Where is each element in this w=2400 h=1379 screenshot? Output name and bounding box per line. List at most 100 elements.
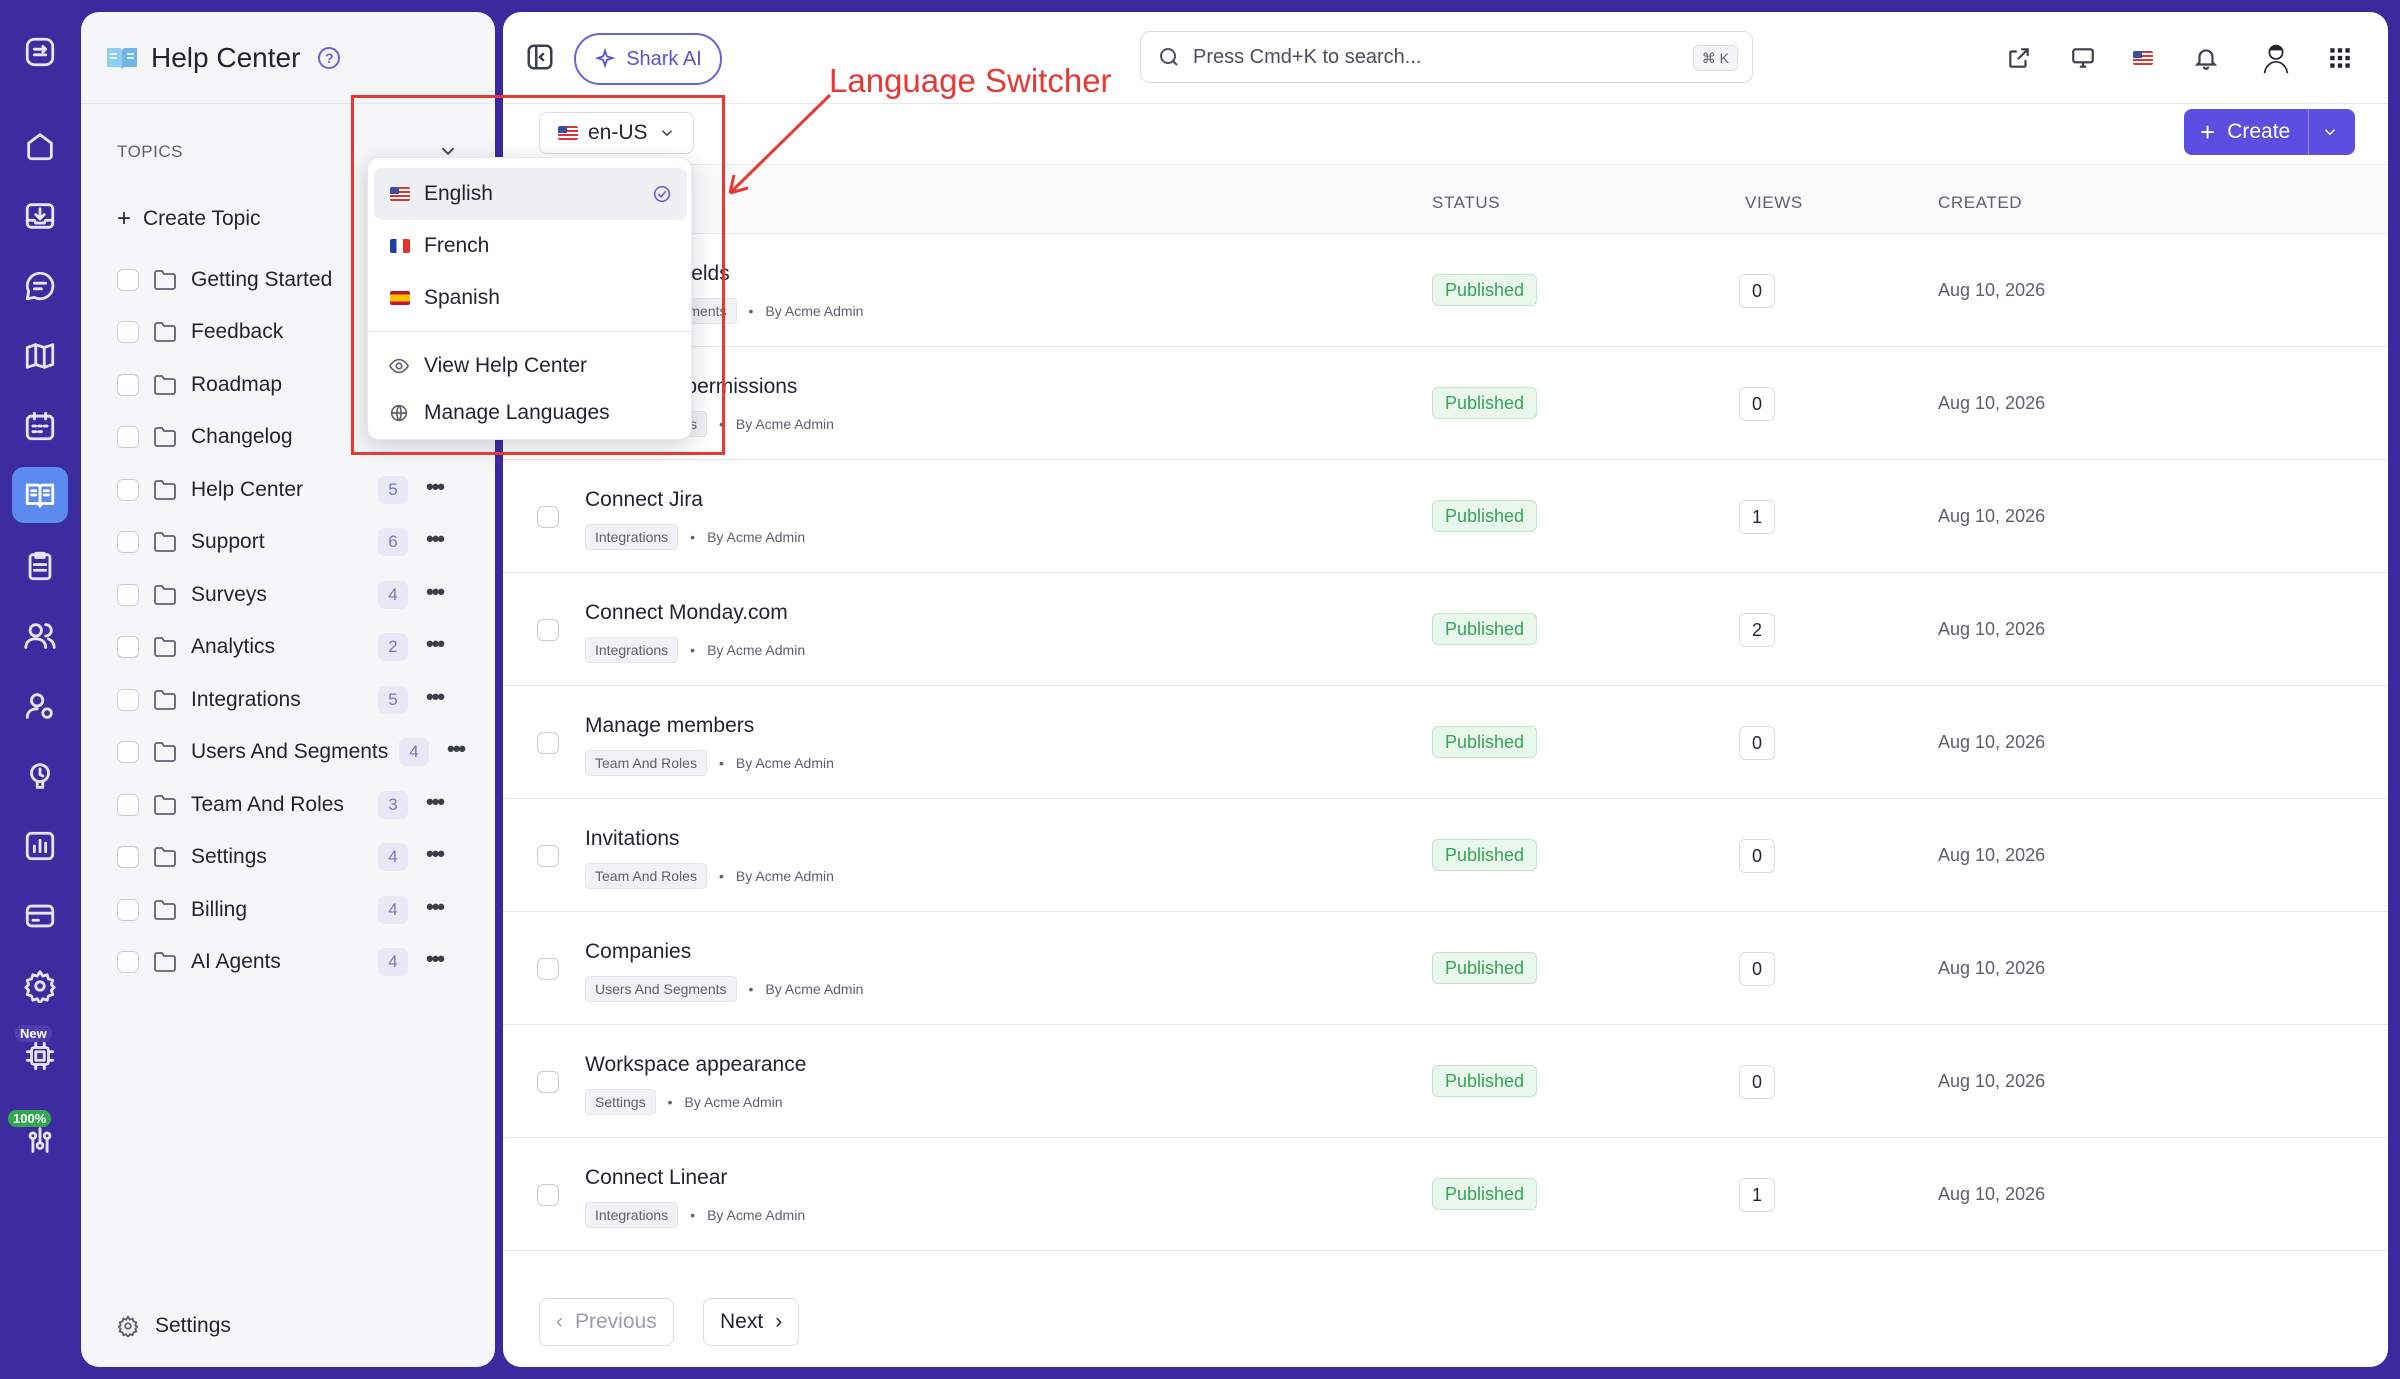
topic-item[interactable]: Surveys <box>117 577 267 613</box>
table-row[interactable]: Companies Users And Segments • By Acme Admi… <box>503 912 2388 1025</box>
gear-icon[interactable] <box>12 958 68 1014</box>
topic-item[interactable]: Changelog <box>117 419 293 455</box>
more-options-icon[interactable]: ••• <box>426 894 445 920</box>
more-options-icon[interactable]: ••• <box>426 946 445 972</box>
topic-checkbox[interactable] <box>117 531 139 553</box>
search-input[interactable]: Press Cmd+K to search... ⌘ K <box>1140 31 1753 83</box>
created-date: Aug 10, 2026 <box>1938 393 2046 413</box>
shark-ai-button[interactable]: Shark AI <box>574 33 722 85</box>
topic-item[interactable]: Team And Roles <box>117 787 344 823</box>
table-row[interactable]: Manage members Team And Roles • By Acme Adm… <box>503 686 2388 799</box>
user-settings-icon[interactable] <box>12 678 68 734</box>
row-checkbox[interactable] <box>537 619 559 641</box>
topics-settings-button[interactable]: Settings <box>117 1314 231 1338</box>
users-icon[interactable] <box>12 608 68 664</box>
row-checkbox[interactable] <box>537 958 559 980</box>
more-options-icon[interactable]: ••• <box>426 684 445 710</box>
chat-icon[interactable] <box>12 258 68 314</box>
article-title[interactable]: Invitations <box>585 827 680 851</box>
topic-checkbox[interactable] <box>117 636 139 658</box>
topic-item[interactable]: Feedback <box>117 314 283 350</box>
topic-item[interactable]: Integrations <box>117 682 301 718</box>
topic-checkbox[interactable] <box>117 741 139 763</box>
help-icon[interactable]: ? <box>318 46 341 69</box>
topic-checkbox[interactable] <box>117 269 139 291</box>
topic-item[interactable]: Analytics <box>117 629 275 665</box>
topic-checkbox[interactable] <box>117 584 139 606</box>
more-options-icon[interactable]: ••• <box>426 474 445 500</box>
next-page-button[interactable]: Next › <box>703 1298 800 1346</box>
status-column-header[interactable]: STATUS <box>1432 193 1500 213</box>
article-title[interactable]: Manage members <box>585 714 754 738</box>
create-button[interactable]: + Create <box>2184 109 2355 155</box>
folder-icon <box>153 374 177 396</box>
more-options-icon[interactable]: ••• <box>426 841 445 867</box>
row-checkbox[interactable] <box>537 506 559 528</box>
author: By Acme Admin <box>765 981 864 997</box>
status-badge: Published <box>1432 726 1538 758</box>
table-row[interactable]: Roles and permissionsTeam And Roles•By A… <box>503 347 2388 460</box>
topic-item[interactable]: Support <box>117 524 265 560</box>
table-row[interactable]: Connect Linear Integrations • By Acme Admin… <box>503 1138 2388 1251</box>
map-icon[interactable] <box>12 328 68 384</box>
topic-checkbox[interactable] <box>117 846 139 868</box>
calendar-icon[interactable] <box>12 398 68 454</box>
topic-item[interactable]: Roadmap <box>117 367 282 403</box>
help-center-book-icon[interactable] <box>12 467 68 523</box>
topic-checkbox[interactable] <box>117 374 139 396</box>
table-row[interactable]: Company fieldsUsers And Segments•By Acme… <box>503 234 2388 347</box>
article-title[interactable]: Connect Linear <box>585 1166 727 1190</box>
table-row[interactable]: Connect Monday.com Integrations • By Acme A… <box>503 573 2388 686</box>
topic-item[interactable]: Getting Started <box>117 262 332 298</box>
create-topic-button[interactable]: + Create Topic <box>117 205 261 233</box>
more-options-icon[interactable]: ••• <box>426 789 445 815</box>
article-title[interactable]: Connect Monday.com <box>585 601 788 625</box>
topic-item[interactable]: Users And Segments <box>117 734 388 770</box>
topic-item[interactable]: Help Center <box>117 472 303 508</box>
topic-checkbox[interactable] <box>117 689 139 711</box>
topic-checkbox[interactable] <box>117 794 139 816</box>
row-checkbox[interactable] <box>537 1071 559 1093</box>
article-title[interactable]: Connect Jira <box>585 488 703 512</box>
topic-checkbox[interactable] <box>117 899 139 921</box>
previous-page-button[interactable]: ‹ Previous <box>539 1298 674 1346</box>
table-row[interactable]: Workspace appearance Settings • By Acme Adm… <box>503 1025 2388 1138</box>
billing-card-icon[interactable] <box>12 888 68 944</box>
topic-item[interactable]: Settings <box>117 839 267 875</box>
clipboard-icon[interactable] <box>12 538 68 594</box>
topic-checkbox[interactable] <box>117 426 139 448</box>
status-badge: Published <box>1432 1178 1538 1210</box>
language-flag-icon[interactable] <box>2126 41 2160 75</box>
table-row[interactable]: Connect Jira Integrations • By Acme Admin Pu… <box>503 460 2388 573</box>
topic-checkbox[interactable] <box>117 321 139 343</box>
chevron-down-icon[interactable] <box>2321 123 2339 141</box>
analytics-icon[interactable] <box>12 818 68 874</box>
row-checkbox[interactable] <box>537 1184 559 1206</box>
external-link-icon[interactable] <box>2002 41 2036 75</box>
table-row[interactable]: Invitations Team And Roles • By Acme Admin P… <box>503 799 2388 912</box>
avatar[interactable] <box>2256 38 2296 78</box>
more-options-icon[interactable]: ••• <box>426 579 445 605</box>
article-title[interactable]: Workspace appearance <box>585 1053 806 1077</box>
inbox-icon[interactable] <box>12 188 68 244</box>
home-icon[interactable] <box>12 118 68 174</box>
row-checkbox[interactable] <box>537 732 559 754</box>
app-logo-icon[interactable] <box>12 24 68 80</box>
topic-item[interactable]: Billing <box>117 892 247 928</box>
more-options-icon[interactable]: ••• <box>426 631 445 657</box>
topic-item[interactable]: AI Agents <box>117 944 281 980</box>
row-checkbox[interactable] <box>537 845 559 867</box>
more-options-icon[interactable]: ••• <box>447 736 466 762</box>
sidebar-toggle-icon[interactable] <box>525 42 555 72</box>
apps-grid-icon[interactable] <box>2323 41 2357 75</box>
article-title[interactable]: Companies <box>585 940 691 964</box>
created-date: Aug 10, 2026 <box>1938 1184 2046 1204</box>
created-column-header[interactable]: CREATED <box>1938 193 2022 213</box>
views-column-header[interactable]: VIEWS <box>1745 193 1803 213</box>
monitor-icon[interactable] <box>2066 41 2100 75</box>
more-options-icon[interactable]: ••• <box>426 526 445 552</box>
bell-icon[interactable] <box>2189 41 2223 75</box>
topic-checkbox[interactable] <box>117 479 139 501</box>
lightbulb-icon[interactable] <box>12 748 68 804</box>
topic-checkbox[interactable] <box>117 951 139 973</box>
